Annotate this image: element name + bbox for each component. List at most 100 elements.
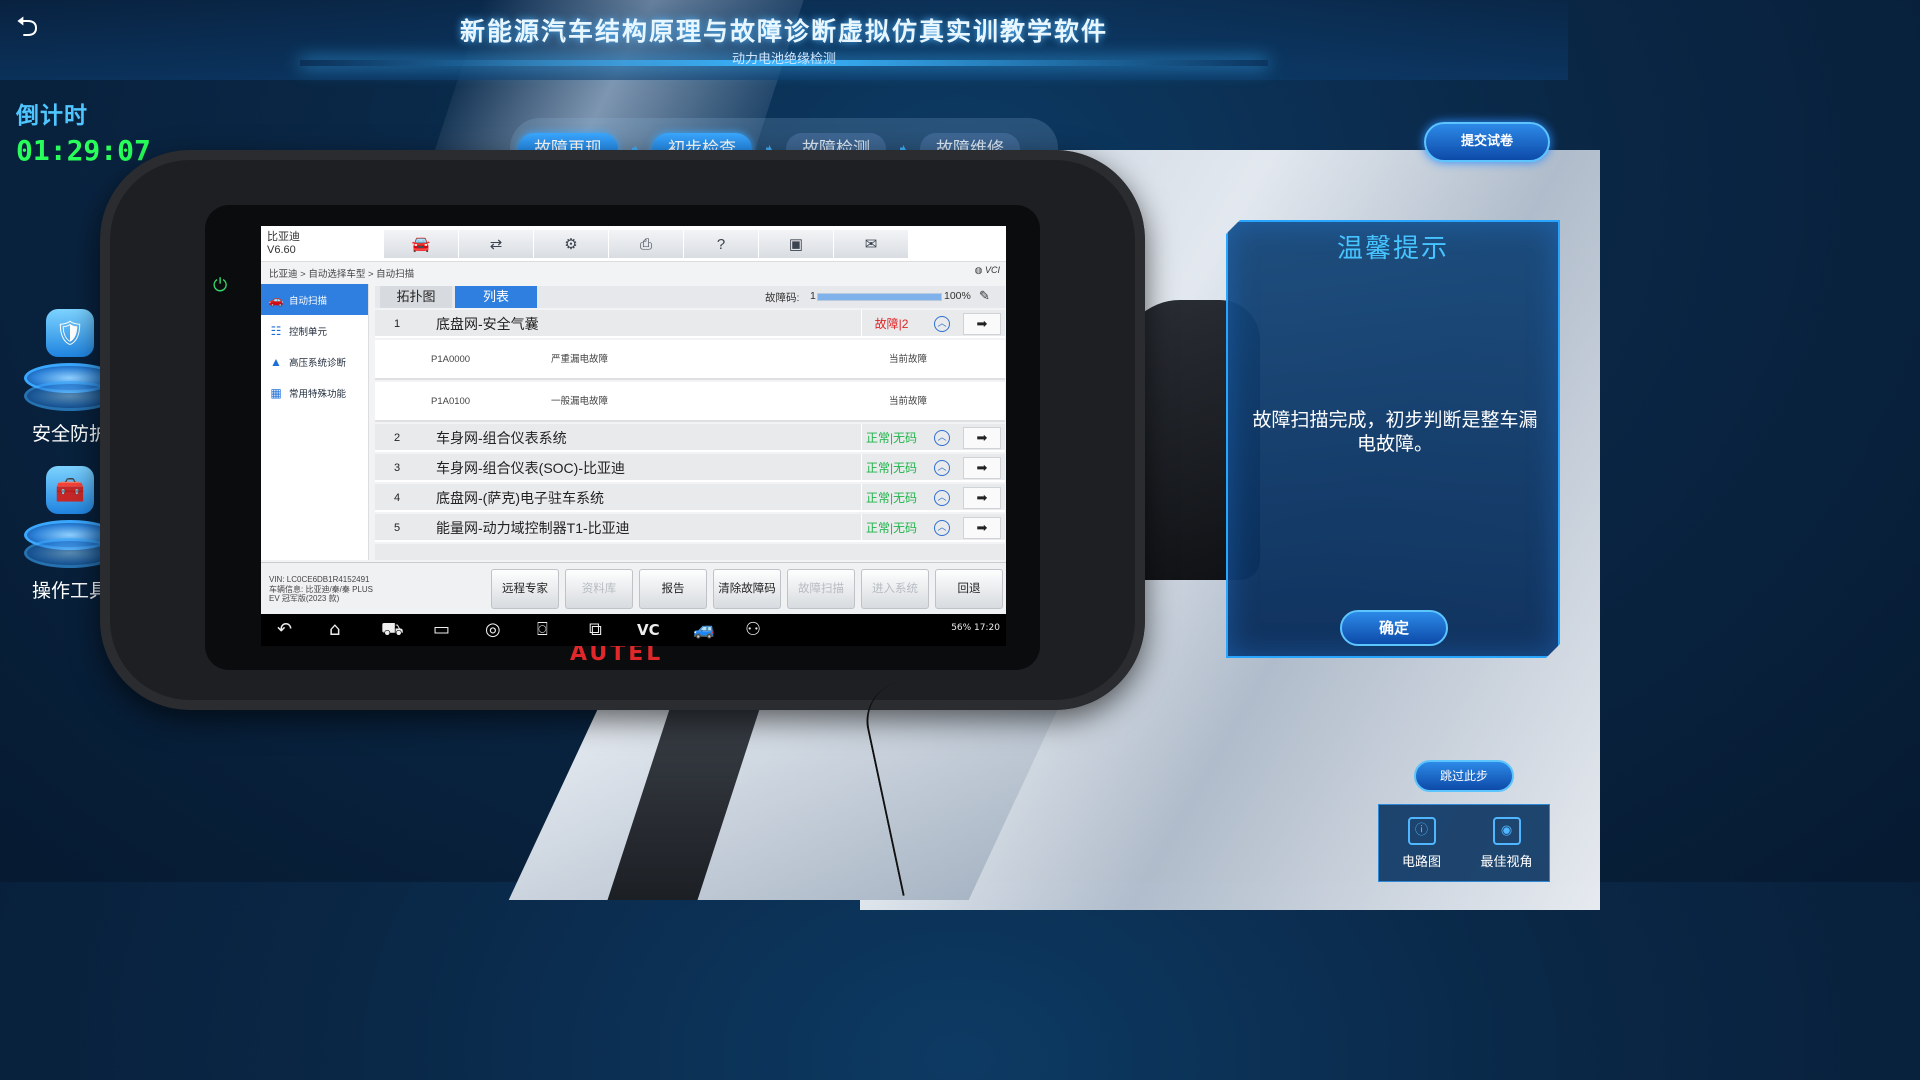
tab-topology[interactable]: 拓扑图 (380, 286, 452, 308)
power-icon[interactable]: ⏻ (213, 275, 227, 296)
table-row[interactable]: 5 能量网-动力域控制器T1-比亚迪 正常|无码 ︿ ➡ (375, 514, 1005, 542)
back-arrow-icon[interactable]: ↶ (277, 619, 292, 640)
sidebar-item-auto-scan[interactable]: 🚗 自动扫描 (261, 284, 368, 315)
clear-codes-button[interactable]: 清除故障码 (713, 569, 781, 609)
status-badge: 正常|无码 (861, 424, 921, 452)
vci-icon[interactable]: VC (637, 621, 660, 639)
status-badge: 正常|无码 (861, 484, 921, 512)
fault-code-count: 1 (810, 290, 816, 302)
control-unit-icon: ☷ (270, 323, 282, 338)
screen-topbar: 比亚迪 V6.60 🚘 ⇄ ⚙ ⎙ ? ▣ ✉ (261, 226, 1006, 262)
vin-text: VIN: LC0CE6DB1R4152491 (269, 575, 370, 584)
special-function-icon: ▦ (270, 385, 282, 400)
fault-scan-button[interactable]: 故障扫描 (787, 569, 855, 609)
remote-support-icon[interactable]: ⚇ (745, 619, 761, 640)
enter-system-button[interactable]: 进入系统 (861, 569, 929, 609)
sidebar-item-label: 高压系统诊断 (289, 357, 347, 369)
scan-progress-text: 100% (944, 290, 971, 302)
app-subtitle: 动力电池绝缘检测 (731, 52, 836, 67)
table-row[interactable]: 3 车身网-组合仪表(SOC)-比亚迪 正常|无码 ︿ ➡ (375, 454, 1005, 482)
vehicle-make: 比亚迪 (267, 231, 300, 243)
vehicle-info: 车辆信息: 比亚迪/秦/秦 PLUS (269, 584, 374, 594)
report-button[interactable]: 报告 (639, 569, 707, 609)
globe-icon: ◍ (974, 265, 983, 275)
status-badge: 正常|无码 (861, 454, 921, 482)
confirm-button[interactable]: 确定 (1340, 610, 1448, 646)
view-tabs: 拓扑图 列表 故障码: 1 100% ✎ (375, 286, 1005, 308)
chevron-up-icon[interactable]: ︿ (934, 520, 950, 536)
tip-dialog: 温馨提示 故障扫描完成，初步判断是整车漏电故障。 确定 (1226, 220, 1560, 658)
enter-arrow-button[interactable]: ➡ (963, 427, 1001, 449)
submit-exam-button[interactable]: 提交试卷 (1424, 122, 1550, 162)
chevron-up-icon[interactable]: ︿ (934, 490, 950, 506)
chevron-up-icon[interactable]: ︿ (934, 460, 950, 476)
status-badge: 正常|无码 (861, 514, 921, 542)
chevron-up-icon[interactable]: ︿ (934, 430, 950, 446)
diagnostic-screen: 比亚迪 V6.60 🚘 ⇄ ⚙ ⎙ ? ▣ ✉ 比亚迪 > 自动选择车型 > 自… (261, 226, 1006, 614)
browser-icon[interactable]: ◎ (485, 619, 501, 640)
table-row[interactable] (375, 544, 1005, 560)
help-icon[interactable]: ? (683, 230, 758, 258)
car-garage-icon[interactable]: ⛟ (381, 619, 404, 643)
circuit-diagram-icon: ⓘ (1407, 816, 1436, 845)
dialog-message: 故障扫描完成，初步判断是整车漏电故障。 (1252, 409, 1538, 455)
chevron-up-icon[interactable]: ︿ (934, 316, 950, 332)
sidebar-item-label: 控制单元 (289, 326, 328, 338)
dock-label: 最佳视角 (1480, 854, 1533, 870)
screenshot-icon[interactable]: ⧉ (589, 619, 602, 640)
enter-arrow-button[interactable]: ➡ (963, 457, 1001, 479)
sidebar-item-hv-diagnosis[interactable]: ▲ 高压系统诊断 (261, 346, 368, 377)
warning-triangle-icon: ▲ (270, 354, 282, 369)
dialog-title: 温馨提示 (1336, 234, 1449, 264)
dtc-row: P1A0000 严重漏电故障 当前故障 (375, 340, 1005, 380)
screen-sidebar: 🚗 自动扫描 ☷ 控制单元 ▲ 高压系统诊断 ▦ 常用特殊功能 (261, 284, 369, 560)
vehicle-home-icon[interactable]: 🚘 (383, 230, 458, 258)
sidebar-item-special-functions[interactable]: ▦ 常用特殊功能 (261, 377, 368, 408)
sidebar-item-label: 常用特殊功能 (289, 388, 347, 400)
android-nav-bar: ↶ ⌂ ⛟ ▭ ◎ ⌼ ⧉ VC 🚙 ⚇ 56% 17:20 (261, 614, 1006, 646)
table-row[interactable]: 1 底盘网-安全气囊 故障|2 ︿ ➡ (375, 310, 1005, 338)
table-row[interactable]: 4 底盘网-(萨克)电子驻车系统 正常|无码 ︿ ➡ (375, 484, 1005, 512)
circuit-diagram-button[interactable]: ⓘ 电路图 (1379, 805, 1464, 881)
remote-expert-button[interactable]: 远程专家 (491, 569, 559, 609)
sidebar-item-label: 自动扫描 (289, 295, 328, 307)
enter-arrow-button[interactable]: ➡ (963, 313, 1001, 335)
fault-code-label: 故障码: (765, 292, 800, 304)
screen-toolbar: 🚘 ⇄ ⚙ ⎙ ? ▣ ✉ (383, 230, 908, 258)
scan-progress-fill (818, 294, 941, 300)
system-list: 1 底盘网-安全气囊 故障|2 ︿ ➡ P1A0000 严重漏电故障 当前故障 … (375, 310, 1005, 560)
breadcrumb: 比亚迪 > 自动选择车型 > 自动扫描 (269, 269, 415, 280)
vehicle-swap-icon[interactable]: ⇄ (458, 230, 533, 258)
countdown-timer: 01:29:07 (16, 134, 151, 167)
vci-status: VCI (984, 265, 1000, 275)
sidebar-item-control-unit[interactable]: ☷ 控制单元 (261, 315, 368, 346)
message-icon[interactable]: ✉ (833, 230, 908, 258)
shield-helmet-icon: 🛡 (46, 309, 94, 357)
bottom-dock: ⓘ 电路图 ◉ 最佳视角 (1378, 804, 1550, 882)
skip-step-button[interactable]: 跳过此步 (1414, 760, 1514, 792)
vehicle-info-model: EV 冠军版(2023 款) (269, 594, 340, 603)
status-badge: 故障|2 (861, 310, 921, 338)
car-scan-icon: 🚗 (268, 292, 284, 307)
enter-arrow-button[interactable]: ➡ (963, 487, 1001, 509)
system-status: 56% 17:20 (951, 623, 1000, 633)
settings-gear-icon[interactable]: ⚙ (533, 230, 608, 258)
enter-arrow-button[interactable]: ➡ (963, 517, 1001, 539)
library-button[interactable]: 资料库 (565, 569, 633, 609)
dock-label: 电路图 (1401, 854, 1441, 870)
dtc-row: P1A0100 一般漏电故障 当前故障 (375, 382, 1005, 422)
connection-status: ◍ VCI (975, 265, 1000, 276)
back-button[interactable]: 回退 (935, 569, 1003, 609)
print-icon[interactable]: ⎙ (608, 230, 683, 258)
screen-bottom-bar: VIN: LC0CE6DB1R4152491 车辆信息: 比亚迪/秦/秦 PLU… (261, 562, 1006, 614)
recent-apps-icon[interactable]: ▭ (433, 619, 450, 640)
home-icon[interactable]: ⌂ (329, 619, 340, 640)
table-row[interactable]: 2 车身网-组合仪表系统 正常|无码 ︿ ➡ (375, 424, 1005, 452)
best-view-button[interactable]: ◉ 最佳视角 (1464, 805, 1549, 881)
edit-icon[interactable]: ✎ (979, 288, 990, 304)
tab-list[interactable]: 列表 (455, 286, 537, 308)
camera-icon[interactable]: ⌼ (537, 619, 548, 640)
vehicle-status-icon[interactable]: 🚙 (693, 619, 715, 640)
save-icon[interactable]: ▣ (758, 230, 833, 258)
countdown-label: 倒计时 (16, 103, 88, 129)
